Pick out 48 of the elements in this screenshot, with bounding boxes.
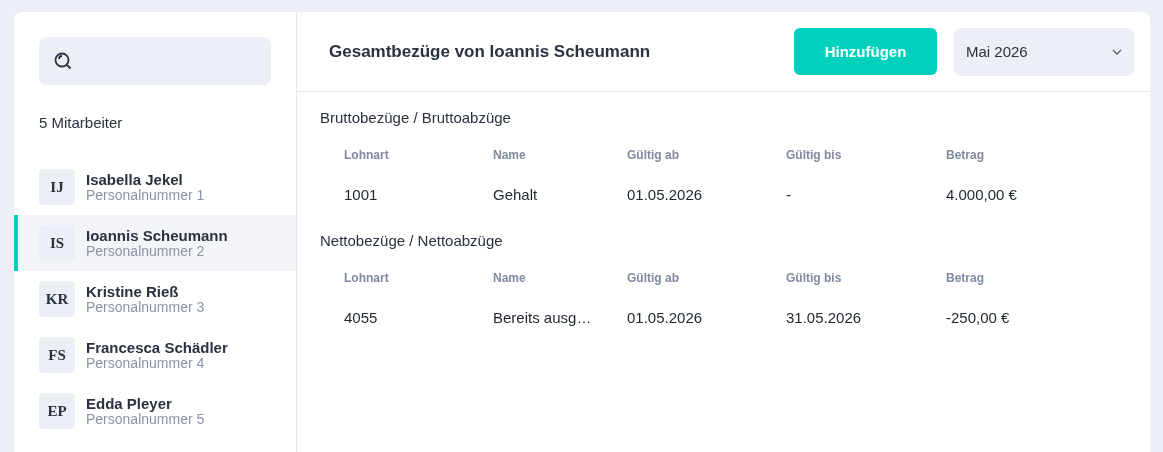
column-header: Gültig bis (786, 271, 843, 287)
table-cell-text: 01.05.2026 (627, 185, 704, 205)
employee-count: 5 Mitarbeiter (39, 114, 124, 131)
column-header: Betrag (946, 148, 985, 164)
employee-number: Personalnummer 1 (86, 187, 205, 203)
column-header: Gültig bis (786, 148, 843, 164)
avatar: IJ (39, 169, 75, 205)
column-header: Lohnart (344, 148, 390, 164)
employee-number: Personalnummer 3 (86, 299, 205, 315)
search-field[interactable] (39, 37, 271, 85)
employee-name: Francesca Schädler (86, 339, 228, 356)
avatar: FS (39, 337, 75, 373)
employee-name: Isabella Jekel (86, 171, 184, 188)
avatar: EP (39, 393, 75, 429)
employee-number: Personalnummer 5 (86, 411, 205, 427)
avatar: KR (39, 281, 75, 317)
table-cell-text: 1001 (344, 185, 379, 205)
page-title: Gesamtbezüge von Ioannis Scheumann (329, 41, 652, 62)
table-cell-text: Bereits ausg… (493, 308, 593, 328)
employee-name: Ioannis Scheumann (86, 227, 228, 244)
employee-number: Personalnummer 4 (86, 355, 206, 371)
employee-item[interactable]: IS Ioannis Scheumann Personalnummer 2 (14, 215, 296, 271)
table-cell-text: 31.05.2026 (786, 308, 863, 328)
column-header: Betrag (946, 271, 985, 287)
chevron-down-icon (1112, 48, 1122, 55)
column-header: Gültig ab (627, 271, 680, 287)
month-select[interactable]: Mai 2026 (954, 27, 1134, 76)
employee-name: Edda Pleyer (86, 395, 173, 412)
employee-number: Personalnummer 2 (86, 243, 206, 259)
table-cell-text: Gehalt (493, 185, 539, 205)
column-header: Name (493, 148, 527, 164)
employee-item[interactable]: EP Edda Pleyer Personalnummer 5 (14, 383, 296, 439)
column-header: Name (493, 271, 527, 287)
avatar: IS (39, 225, 75, 261)
employee-name: Kristine Rieß (86, 283, 180, 300)
table-cell-text: -250,00 € (946, 308, 1011, 328)
section-title: Nettobezüge / Nettoabzüge (320, 232, 504, 249)
column-header: Lohnart (344, 271, 390, 287)
table-cell-text: 4.000,00 € (946, 185, 1018, 205)
employee-item[interactable]: KR Kristine Rieß Personalnummer 3 (14, 271, 296, 327)
employee-item[interactable]: IJ Isabella Jekel Personalnummer 1 (14, 159, 296, 215)
table-cell-text: - (786, 185, 792, 205)
table-cell-text: 4055 (344, 308, 379, 328)
table-cell-text: 01.05.2026 (627, 308, 704, 328)
search-icon (53, 51, 73, 71)
section-title: Bruttobezüge / Bruttoabzüge (320, 109, 512, 126)
column-header: Gültig ab (627, 148, 680, 164)
employee-item[interactable]: FS Francesca Schädler Personalnummer 4 (14, 327, 296, 383)
